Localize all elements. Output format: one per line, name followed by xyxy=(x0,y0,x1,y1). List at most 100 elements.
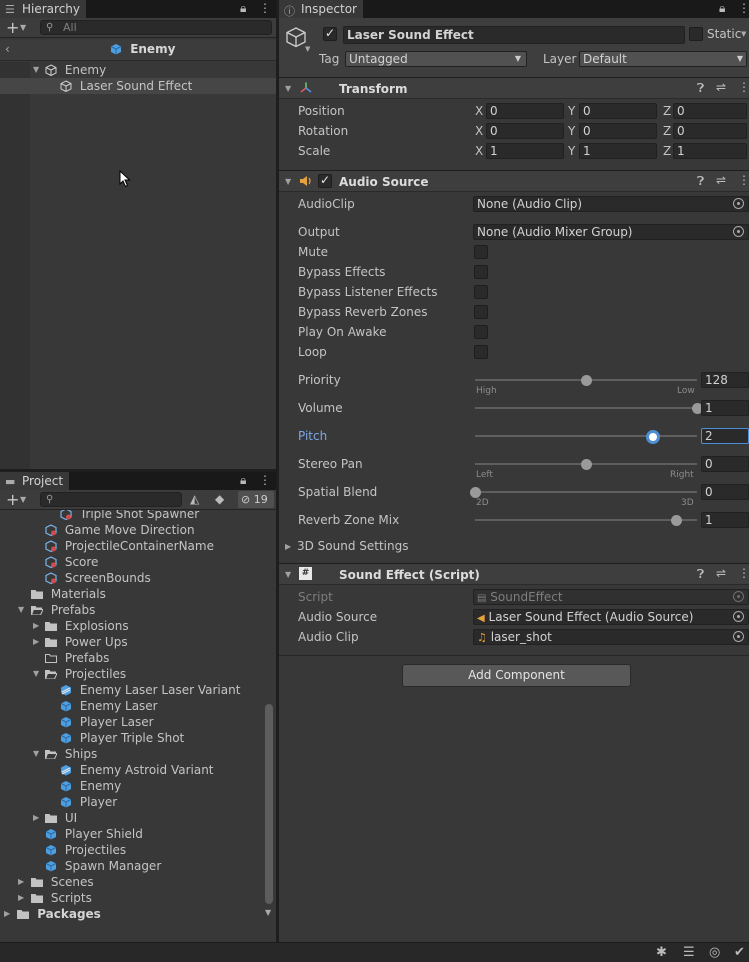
mute-checkbox[interactable] xyxy=(474,245,488,259)
loop-checkbox[interactable] xyxy=(474,345,488,359)
expand-arrow-icon[interactable]: ▼ xyxy=(285,84,291,93)
project-item-power-ups[interactable]: ▶ Power Ups xyxy=(0,634,276,650)
help-icon[interactable]: ❓︎ xyxy=(697,567,704,582)
progress-check-icon[interactable]: ✔ xyxy=(734,945,745,960)
cache-server-icon[interactable]: ☰ xyxy=(683,945,695,960)
lock-icon[interactable]: 🔒︎ xyxy=(719,1,725,16)
collapsed-arrow-icon[interactable]: ▶ xyxy=(18,874,24,890)
expand-arrow-icon[interactable]: ▼ xyxy=(18,602,24,618)
help-icon[interactable]: ❓︎ xyxy=(697,81,704,96)
collapsed-arrow-icon[interactable]: ▶ xyxy=(33,618,39,634)
icon-dropdown-icon[interactable]: ▼ xyxy=(305,45,310,53)
expand-arrow-icon[interactable]: ▼ xyxy=(285,570,291,579)
hidden-packages-toggle[interactable]: ⊘ 19 xyxy=(238,491,274,508)
breadcrumb-item[interactable]: Enemy xyxy=(110,42,175,56)
static-checkbox[interactable] xyxy=(689,27,703,41)
expand-arrow-icon[interactable]: ▼ xyxy=(285,177,291,186)
kebab-menu-icon[interactable]: ⋮ xyxy=(738,1,749,15)
volume-slider-track[interactable] xyxy=(475,407,697,409)
bypass-effects-checkbox[interactable] xyxy=(474,265,488,279)
sound-effect-header[interactable]: ▼ # Sound Effect (Script) ❓︎ ⇌ ⋮ xyxy=(279,563,749,585)
z-axis-label[interactable]: Z xyxy=(663,104,671,118)
priority-slider-handle[interactable] xyxy=(580,375,592,386)
project-tab[interactable]: ▬ Project xyxy=(0,472,70,490)
kebab-menu-icon[interactable]: ⋮ xyxy=(738,566,749,580)
project-item-projectile-container-name[interactable]: ProjectileContainerName xyxy=(0,538,276,554)
spatial-blend-slider-track[interactable] xyxy=(475,491,697,493)
filter-by-label-icon[interactable]: ◆ xyxy=(215,492,224,506)
project-item-prefabs[interactable]: ▼ Prefabs xyxy=(0,602,276,618)
stereo-pan-slider-handle[interactable] xyxy=(580,459,592,470)
rotation-y-field[interactable]: 0 xyxy=(579,123,657,139)
3d-sound-settings-foldout[interactable]: ▶ 3D Sound Settings xyxy=(285,539,409,553)
project-item-player[interactable]: Player xyxy=(0,794,276,810)
expand-arrow-icon[interactable]: ▼ xyxy=(33,62,39,78)
project-item-explosions[interactable]: ▶ Explosions xyxy=(0,618,276,634)
z-axis-label[interactable]: Z xyxy=(663,144,671,158)
add-component-button[interactable]: Add Component xyxy=(402,664,631,687)
project-search-input[interactable]: ⚲ xyxy=(40,492,182,507)
volume-value-field[interactable]: 1 xyxy=(701,400,749,416)
project-item-projectiles-prefab[interactable]: Projectiles xyxy=(0,842,276,858)
output-field[interactable]: None (Audio Mixer Group) xyxy=(473,224,749,240)
project-item-enemy[interactable]: Enemy xyxy=(0,778,276,794)
lock-icon[interactable]: 🔒︎ xyxy=(240,473,246,488)
presets-icon[interactable]: ⇌ xyxy=(716,173,726,187)
kebab-menu-icon[interactable]: ⋮ xyxy=(738,80,749,94)
kebab-menu-icon[interactable]: ⋮ xyxy=(259,1,271,15)
presets-icon[interactable]: ⇌ xyxy=(716,80,726,94)
pitch-value-field[interactable]: 2 xyxy=(701,428,749,444)
x-axis-label[interactable]: X xyxy=(475,144,483,158)
create-plus-icon[interactable]: + xyxy=(6,18,19,37)
hierarchy-tab[interactable]: ☰ Hierarchy xyxy=(0,0,87,18)
project-item-packages[interactable]: ▶ Packages xyxy=(0,906,276,922)
project-item-player-triple-shot[interactable]: Player Triple Shot xyxy=(0,730,276,746)
project-item-enemy-laser-variant[interactable]: Enemy Laser Laser Variant xyxy=(0,682,276,698)
project-item-screen-bounds[interactable]: ScreenBounds xyxy=(0,570,276,586)
scroll-down-arrow-icon[interactable]: ▼ xyxy=(265,908,271,917)
project-scrollbar[interactable] xyxy=(265,704,273,904)
transform-header[interactable]: ▼ Transform ❓︎ ⇌ ⋮ xyxy=(279,77,749,99)
project-item-triple-shot-spawner[interactable]: Triple Shot Spawner xyxy=(0,510,276,522)
lock-icon[interactable]: 🔒︎ xyxy=(240,1,246,16)
y-axis-label[interactable]: Y xyxy=(568,124,575,138)
pitch-slider-handle[interactable] xyxy=(645,430,660,444)
project-item-prefabs-sub[interactable]: Prefabs xyxy=(0,650,276,666)
project-item-player-shield[interactable]: Player Shield xyxy=(0,826,276,842)
horizontal-splitter[interactable] xyxy=(0,469,276,472)
collapsed-arrow-icon[interactable]: ▶ xyxy=(33,810,39,826)
project-item-enemy-laser[interactable]: Enemy Laser xyxy=(0,698,276,714)
hierarchy-item-enemy[interactable]: ▼ Enemy xyxy=(0,62,276,78)
object-picker-icon[interactable] xyxy=(733,198,744,209)
stereo-pan-value-field[interactable]: 0 xyxy=(701,456,749,472)
presets-icon[interactable]: ⇌ xyxy=(716,566,726,580)
project-item-spawn-manager[interactable]: Spawn Manager xyxy=(0,858,276,874)
chevron-down-icon[interactable]: ▼ xyxy=(20,23,26,32)
bug-icon[interactable]: ✱ xyxy=(656,945,667,960)
y-axis-label[interactable]: Y xyxy=(568,104,575,118)
y-axis-label[interactable]: Y xyxy=(568,144,575,158)
project-item-ships[interactable]: ▼ Ships xyxy=(0,746,276,762)
bypass-listener-checkbox[interactable] xyxy=(474,285,488,299)
rotation-z-field[interactable]: 0 xyxy=(673,123,747,139)
priority-value-field[interactable]: 128 xyxy=(701,372,749,388)
bypass-reverb-checkbox[interactable] xyxy=(474,305,488,319)
kebab-menu-icon[interactable]: ⋮ xyxy=(259,473,271,487)
collapsed-arrow-icon[interactable]: ▶ xyxy=(33,634,39,650)
x-axis-label[interactable]: X xyxy=(475,104,483,118)
gameobject-large-icon[interactable] xyxy=(285,26,307,48)
filter-by-type-icon[interactable]: ◭ xyxy=(190,492,199,506)
project-item-player-laser[interactable]: Player Laser xyxy=(0,714,276,730)
chevron-down-icon[interactable]: ▼ xyxy=(20,495,26,504)
scale-x-field[interactable]: 1 xyxy=(486,143,564,159)
reverb-mix-slider-handle[interactable] xyxy=(671,515,683,526)
position-y-field[interactable]: 0 xyxy=(579,103,657,119)
audio-source-ref-field[interactable]: ◀ Laser Sound Effect (Audio Source) xyxy=(473,609,749,625)
back-chevron-icon[interactable]: ‹ xyxy=(5,42,10,56)
hierarchy-item-laser-sound-effect[interactable]: Laser Sound Effect xyxy=(0,78,276,94)
expand-arrow-icon[interactable]: ▼ xyxy=(33,746,39,762)
spatial-blend-slider-handle[interactable] xyxy=(469,487,481,498)
project-item-scenes[interactable]: ▶ Scenes xyxy=(0,874,276,890)
project-item-scripts[interactable]: ▶ Scripts xyxy=(0,890,276,906)
vertical-splitter[interactable] xyxy=(276,0,279,942)
